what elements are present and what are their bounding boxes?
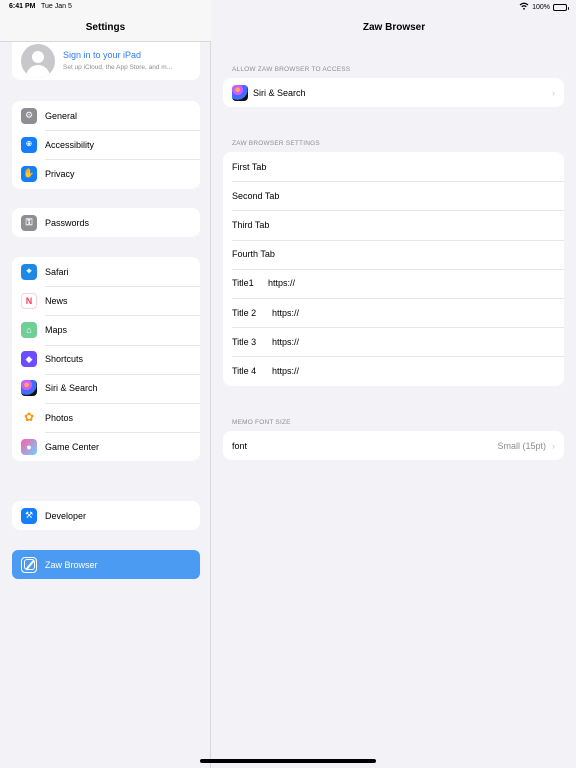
sidebar-item-privacy[interactable]: ✋ Privacy	[12, 159, 200, 188]
status-date: Tue Jan 5	[41, 3, 72, 10]
title-1-label: Title1	[232, 278, 254, 289]
third-tab-label: Third Tab	[232, 219, 270, 230]
sidebar-item-label: Privacy	[45, 159, 200, 188]
sidebar-item-safari[interactable]: ⌖ Safari	[12, 257, 200, 286]
sidebar-item-label: Maps	[45, 315, 200, 344]
hammer-icon: ⚒	[21, 507, 37, 524]
sidebar-item-label: Safari	[45, 266, 69, 277]
sign-in-card[interactable]: Sign in to your iPad Set up iCloud, the …	[12, 42, 200, 80]
sidebar-item-maps[interactable]: ⌂ Maps	[12, 315, 200, 344]
sidebar-item-accessibility[interactable]: ⍟ Accessibility	[12, 130, 200, 159]
third-tab-row[interactable]: Third Tab	[223, 210, 564, 239]
sidebar-item-label: Accessibility	[45, 130, 200, 159]
sign-in-title: Sign in to your iPad	[63, 50, 142, 60]
title-4-row[interactable]: Title 4 https://	[223, 356, 564, 385]
gear-icon: ⚙	[21, 107, 37, 124]
page-title: Zaw Browser	[362, 22, 426, 33]
title-1-url[interactable]: https://	[268, 278, 295, 288]
second-tab-label: Second Tab	[232, 190, 280, 201]
second-tab-row[interactable]: Second Tab	[223, 181, 564, 210]
first-tab-row[interactable]: First Tab	[223, 152, 564, 181]
sign-in-subtitle: Set up iCloud, the App Store, and m...	[63, 64, 173, 71]
sidebar-item-label: Zaw Browser	[45, 559, 98, 570]
battery-percentage: 100%	[532, 3, 550, 11]
title-2-row[interactable]: Title 2 https://	[223, 297, 564, 327]
title-4-label: Title 4	[232, 365, 257, 376]
title-3-label: Title 3	[232, 336, 257, 347]
status-bar: 6:41 PM Tue Jan 5 100%	[0, 0, 576, 14]
siri-search-row[interactable]: Siri & Search ›	[223, 78, 564, 107]
siri-icon	[21, 380, 37, 397]
accessibility-icon: ⍟	[21, 136, 37, 153]
browser-settings-card: First Tab Second Tab Third Tab Fourth Ta…	[223, 152, 564, 386]
maps-icon: ⌂	[21, 321, 37, 338]
sidebar-item-label: Game Center	[45, 432, 200, 461]
key-icon: ⚿	[21, 214, 37, 231]
sidebar-item-label: Shortcuts	[45, 344, 200, 374]
shortcuts-icon: ◆	[21, 351, 37, 368]
sidebar-item-news[interactable]: N News	[12, 286, 200, 315]
hand-icon: ✋	[21, 165, 37, 182]
sidebar-title: Settings	[85, 22, 126, 33]
sidebar-item-shortcuts[interactable]: ◆ Shortcuts	[12, 344, 200, 374]
title-4-url[interactable]: https://	[272, 366, 299, 376]
sidebar-item-passwords[interactable]: ⚿ Passwords	[12, 208, 200, 237]
status-right: 100%	[519, 2, 569, 12]
memo-section-title: MEMO FONT SIZE	[232, 419, 291, 426]
font-label: font	[232, 440, 248, 451]
sidebar-group-passwords: ⚿ Passwords	[12, 208, 200, 238]
sidebar-item-label: General	[45, 110, 78, 121]
chevron-right-icon: ›	[552, 87, 555, 98]
sidebar-item-developer[interactable]: ⚒ Developer	[12, 501, 200, 530]
title-2-label: Title 2	[232, 307, 257, 318]
battery-icon	[553, 3, 569, 11]
memo-font-card: font Small (15pt) ›	[223, 431, 564, 461]
font-size-value: Small (15pt)	[497, 440, 546, 451]
home-indicator[interactable]	[200, 759, 376, 763]
sidebar-item-photos[interactable]: ✿ Photos	[12, 402, 200, 432]
wifi-icon	[519, 2, 529, 12]
avatar	[21, 44, 55, 78]
fourth-tab-row[interactable]: Fourth Tab	[223, 239, 564, 269]
access-card: Siri & Search ›	[223, 78, 564, 108]
access-section-title: ALLOW ZAW BROWSER TO ACCESS	[232, 66, 351, 73]
sidebar-item-label: Siri & Search	[45, 373, 200, 403]
sidebar-group-apps: ⌖ Safari N News ⌂ Maps ◆ Shortcuts Siri …	[12, 257, 200, 462]
news-icon: N	[21, 292, 37, 309]
sidebar-item-label: Photos	[45, 402, 200, 432]
sidebar-item-zaw-browser[interactable]: Zaw Browser	[12, 550, 200, 579]
title-2-url[interactable]: https://	[272, 308, 299, 318]
title-1-row[interactable]: Title1 https://	[223, 268, 564, 298]
fourth-tab-label: Fourth Tab	[232, 249, 275, 260]
siri-icon	[232, 84, 248, 101]
zaw-browser-icon	[21, 556, 37, 573]
sidebar-item-general[interactable]: ⚙ General	[12, 101, 200, 130]
siri-search-label: Siri & Search	[253, 87, 306, 98]
font-size-row[interactable]: font Small (15pt) ›	[223, 431, 564, 460]
sidebar-group-general: ⚙ General ⍟ Accessibility ✋ Privacy	[12, 101, 200, 189]
status-time: 6:41 PM	[9, 3, 36, 10]
title-3-row[interactable]: Title 3 https://	[223, 327, 564, 356]
compass-icon: ⌖	[21, 263, 37, 280]
settings-sidebar: Settings Sign in to your iPad Set up iCl…	[0, 0, 211, 768]
first-tab-label: First Tab	[232, 161, 267, 172]
title-3-url[interactable]: https://	[272, 337, 299, 347]
settings-section-title: ZAW BROWSER SETTINGS	[232, 140, 320, 147]
sidebar-item-siri-search[interactable]: Siri & Search	[12, 373, 200, 403]
chevron-right-icon: ›	[552, 440, 555, 451]
game-center-icon: ●	[21, 438, 37, 455]
sidebar-item-game-center[interactable]: ● Game Center	[12, 432, 200, 461]
sidebar-item-label: News	[45, 286, 200, 315]
sidebar-item-label: Developer	[45, 510, 87, 521]
sidebar-item-label: Passwords	[45, 217, 90, 228]
sidebar-group-developer: ⚒ Developer	[12, 501, 200, 531]
photos-icon: ✿	[21, 409, 37, 426]
